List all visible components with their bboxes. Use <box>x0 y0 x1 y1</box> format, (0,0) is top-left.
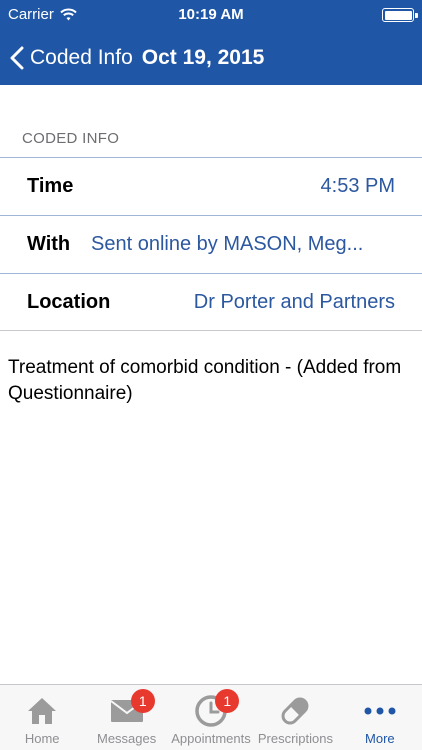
status-time: 10:19 AM <box>178 6 244 23</box>
coded-info-note: Treatment of comorbid condition - (Added… <box>8 357 402 404</box>
tab-more[interactable]: More <box>338 685 422 750</box>
tab-label-more: More <box>365 731 395 746</box>
back-button[interactable]: Coded Info <box>0 46 133 70</box>
tab-label-home: Home <box>24 731 60 746</box>
tab-prescriptions[interactable]: Prescriptions <box>253 685 337 750</box>
more-icon <box>364 707 396 715</box>
row-label-time: Time <box>27 175 74 197</box>
messages-badge: 1 <box>130 689 155 713</box>
pill-icon <box>281 697 309 725</box>
row-value-with: Sent online by MASON, Meg... <box>91 233 364 255</box>
home-icon <box>28 698 57 724</box>
tab-label-messages: Messages <box>96 731 157 746</box>
row-value-location: Dr Porter and Partners <box>193 290 395 313</box>
back-button-label: Coded Info <box>30 46 133 69</box>
row-value-time: 4:53 PM <box>320 175 395 197</box>
appointments-badge: 1 <box>215 689 240 713</box>
coded-info-list: Time 4:53 PM With Sent online by MASON, … <box>0 157 422 331</box>
tab-home[interactable]: Home <box>0 685 84 750</box>
row-label-location: Location <box>27 290 111 313</box>
row-location[interactable]: Location Dr Porter and Partners <box>0 273 422 331</box>
navigation-bar: Coded Info Oct 19, 2015 <box>0 38 422 78</box>
row-with[interactable]: With Sent online by MASON, Meg... <box>0 215 422 273</box>
tab-label-prescriptions: Prescriptions <box>257 731 333 746</box>
tab-appointments[interactable]: 1 Appointments <box>169 685 253 750</box>
tab-messages[interactable]: 1 Messages <box>84 685 168 750</box>
page-title: Oct 19, 2015 <box>141 46 265 69</box>
status-bar: Carrier 10:19 AM <box>0 0 422 30</box>
header: Carrier 10:19 AM Coded Info Oct 19, 2015 <box>0 0 422 85</box>
battery-icon <box>382 8 418 22</box>
tab-bar: Home 1 Messages 1 Appointments Prescript… <box>0 684 422 750</box>
row-label-with: With <box>27 233 71 255</box>
section-header: CODED INFO <box>22 130 120 147</box>
row-time: Time 4:53 PM <box>0 157 422 215</box>
tab-label-appointments: Appointments <box>171 731 251 746</box>
chevron-left-icon <box>10 46 24 70</box>
